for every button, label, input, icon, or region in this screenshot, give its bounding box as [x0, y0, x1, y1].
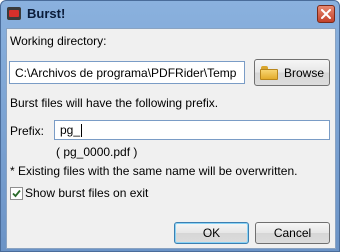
working-directory-value: C:\Archivos de programa\PDFRider\Temp: [15, 65, 237, 80]
close-icon: [321, 9, 331, 19]
browse-button-label: Browse: [283, 65, 324, 80]
browse-button[interactable]: Browse: [254, 59, 330, 86]
prefix-input[interactable]: pg_: [54, 120, 330, 140]
close-button[interactable]: [317, 5, 335, 23]
show-files-checkbox[interactable]: [10, 187, 23, 200]
ok-button[interactable]: OK: [174, 222, 249, 244]
text-cursor: [81, 123, 83, 137]
burst-dialog: Burst! Working directory: C:\Archivos de…: [0, 0, 340, 252]
show-files-label[interactable]: Show burst files on exit: [25, 186, 148, 200]
checkmark-icon: [12, 189, 21, 198]
overwrite-note: * Existing files with the same name will…: [10, 164, 298, 178]
ok-button-label: OK: [202, 226, 221, 240]
prefix-value: pg_: [60, 123, 81, 137]
working-directory-input[interactable]: C:\Archivos de programa\PDFRider\Temp: [9, 61, 245, 84]
app-icon: [7, 7, 21, 20]
window-title: Burst!: [27, 6, 66, 21]
working-directory-label: Working directory:: [10, 34, 107, 48]
title-bar[interactable]: Burst!: [1, 1, 339, 27]
folder-icon: [259, 65, 278, 80]
prefix-label: Prefix:: [10, 124, 45, 138]
prefix-example: ( pg_0000.pdf ): [56, 145, 138, 159]
dialog-body: Working directory: C:\Archivos de progra…: [6, 28, 336, 249]
cancel-button[interactable]: Cancel: [255, 222, 330, 244]
cancel-button-label: Cancel: [273, 226, 312, 240]
prefix-info-text: Burst files will have the following pref…: [10, 96, 219, 110]
